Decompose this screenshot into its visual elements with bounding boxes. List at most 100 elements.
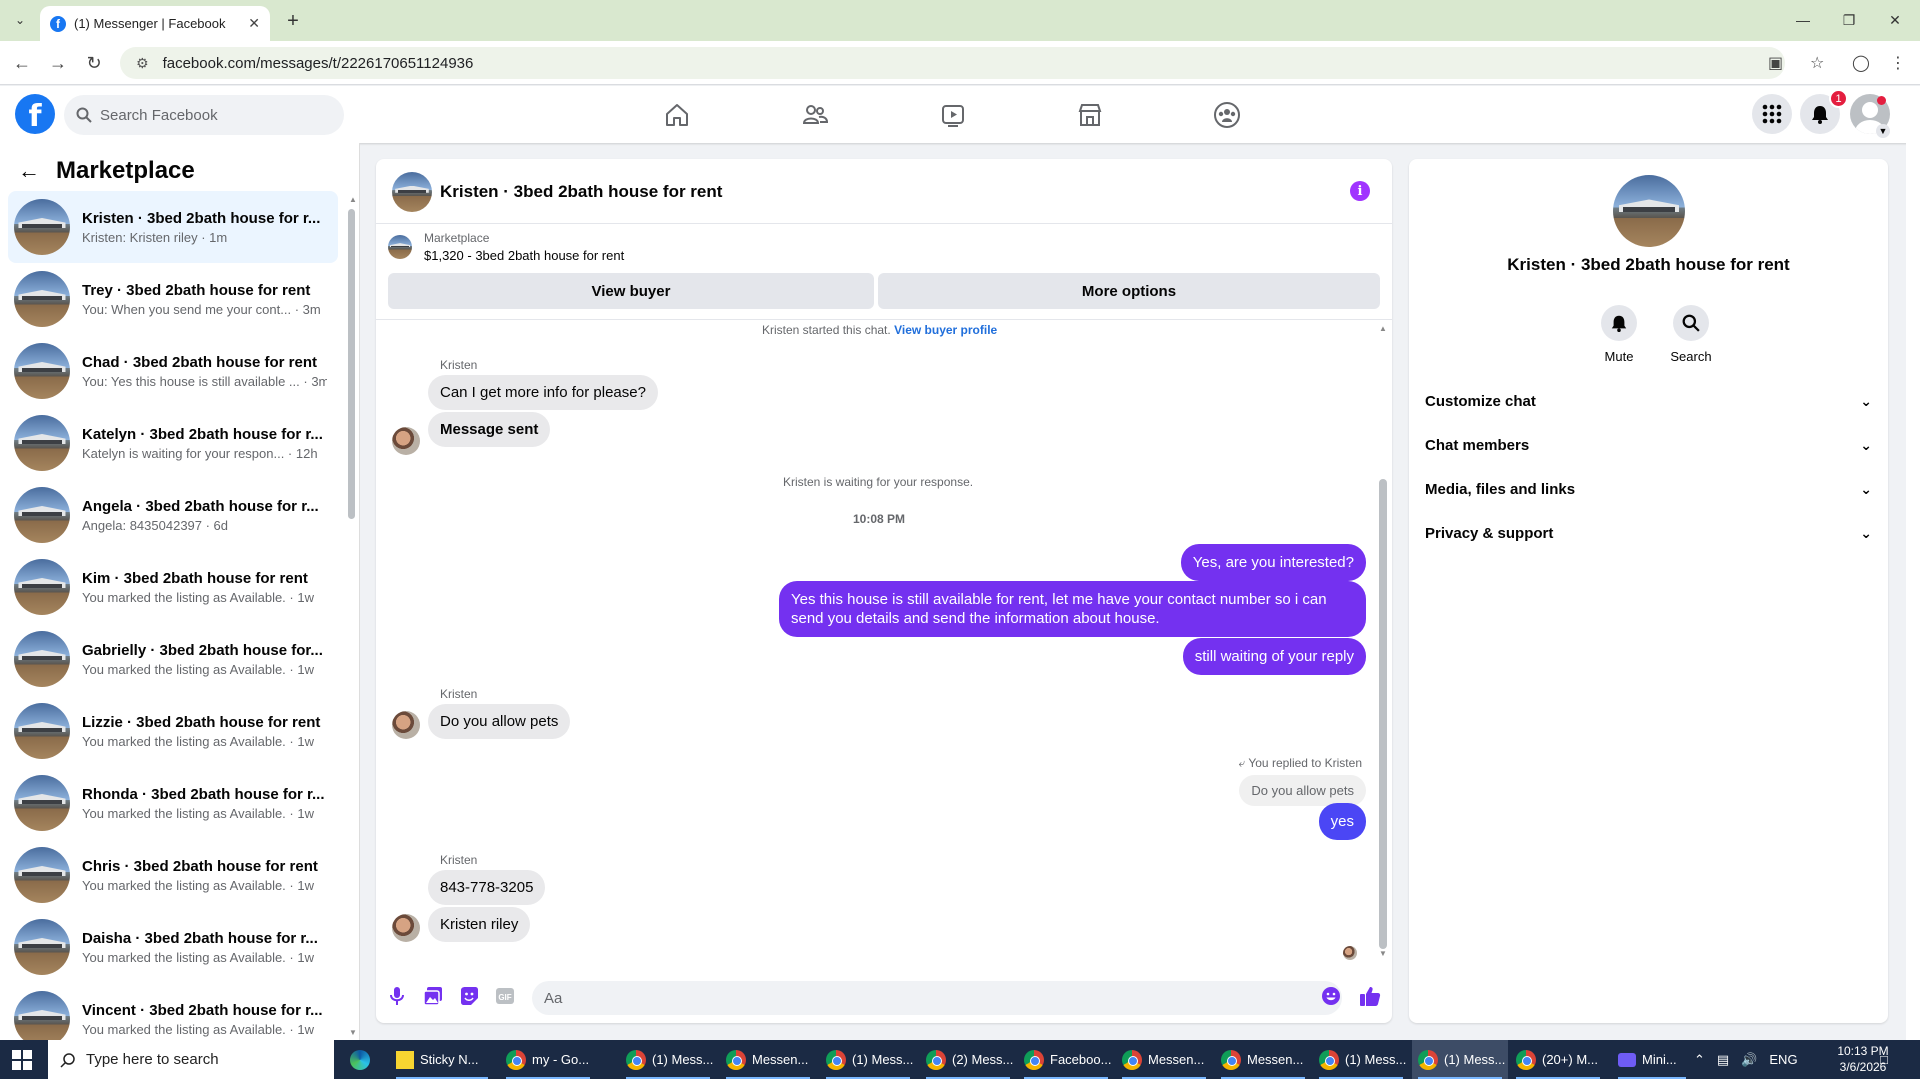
volume-icon[interactable]: 🔊 xyxy=(1741,1052,1757,1068)
address-bar[interactable]: ⚙ facebook.com/messages/t/22261706511249… xyxy=(120,47,1824,79)
taskbar-app-button[interactable]: (2) Mess... xyxy=(920,1040,1016,1079)
network-icon[interactable]: ▤ xyxy=(1717,1052,1729,1068)
outgoing-message[interactable]: Yes, are you interested? xyxy=(1180,544,1366,581)
gif-icon[interactable]: GIF xyxy=(494,985,516,1007)
site-info-icon[interactable]: ⚙ xyxy=(136,55,149,72)
incoming-message[interactable]: Kristen riley xyxy=(428,907,531,942)
listing-avatar[interactable] xyxy=(392,172,432,212)
conversation-item[interactable]: Kim · 3bed 2bath house for rent You marke… xyxy=(8,551,338,623)
taskbar-app-button[interactable]: (1) Mess... xyxy=(1412,1040,1508,1079)
more-options-button[interactable]: More options xyxy=(878,273,1380,309)
taskbar-app-button[interactable]: Sticky N... xyxy=(390,1040,494,1079)
friends-tab[interactable] xyxy=(760,86,870,143)
conversation-item[interactable]: Gabrielly · 3bed 2bath house for... You m… xyxy=(8,623,338,695)
conversation-item[interactable]: Daisha · 3bed 2bath house for r... You ma… xyxy=(8,911,338,983)
conversation-item[interactable]: Angela · 3bed 2bath house for r... Angela… xyxy=(8,479,338,551)
forward-icon[interactable]: → xyxy=(46,51,70,75)
taskbar-app-button[interactable]: (20+) M... xyxy=(1510,1040,1606,1079)
browser-menu-icon[interactable]: ⋮ xyxy=(1886,51,1910,75)
taskbar-search-placeholder[interactable]: Type here to search xyxy=(86,1051,219,1068)
incoming-message[interactable]: Can I get more info for please? xyxy=(428,375,658,410)
windows-start-icon[interactable] xyxy=(12,1050,32,1070)
tab-search-button[interactable]: ⌄ xyxy=(8,8,32,32)
url-text[interactable]: facebook.com/messages/t/2226170651124936 xyxy=(163,55,474,72)
media-files-links-section[interactable]: Media, files and links ⌄ xyxy=(1425,469,1872,509)
microphone-icon[interactable] xyxy=(386,985,408,1007)
inbox-scrollbar[interactable] xyxy=(348,209,355,519)
chevron-down-icon[interactable]: ▼ xyxy=(1876,124,1890,138)
sticker-icon[interactable] xyxy=(458,985,480,1007)
reload-icon[interactable]: ↻ xyxy=(82,51,106,75)
message-input[interactable] xyxy=(532,981,1342,1015)
taskbar-app-button[interactable]: (1) Mess... xyxy=(1313,1040,1409,1079)
chat-title[interactable]: Kristen · 3bed 2bath house for rent xyxy=(440,182,722,202)
scroll-down-icon[interactable]: ▼ xyxy=(1379,949,1387,958)
incoming-message[interactable]: Do you allow pets xyxy=(428,704,571,739)
taskbar-app-button[interactable]: Messen... xyxy=(1215,1040,1311,1079)
browser-tab[interactable]: f (1) Messenger | Facebook ✕ xyxy=(40,6,270,41)
outgoing-message[interactable]: yes xyxy=(1318,803,1366,840)
scroll-up-icon[interactable]: ▲ xyxy=(349,195,357,204)
emoji-icon[interactable] xyxy=(1320,985,1342,1007)
page-scrollbar[interactable] xyxy=(1906,143,1920,1040)
conversation-item[interactable]: Chris · 3bed 2bath house for rent You mar… xyxy=(8,839,338,911)
view-buyer-profile-link[interactable]: View buyer profile xyxy=(894,323,997,337)
listing-summary[interactable]: Marketplace $1,320 - 3bed 2bath house fo… xyxy=(388,231,624,263)
groups-tab[interactable] xyxy=(1172,86,1282,143)
mute-button[interactable]: Mute xyxy=(1589,305,1649,364)
taskbar-app-button[interactable]: Mini... xyxy=(1612,1040,1692,1079)
kristen-avatar[interactable] xyxy=(392,711,420,739)
marketplace-tab[interactable] xyxy=(1035,86,1145,143)
photo-icon[interactable] xyxy=(422,985,444,1007)
taskbar-search[interactable]: Type here to search xyxy=(48,1040,334,1079)
back-arrow-icon[interactable]: ← xyxy=(18,158,40,184)
conversation-item[interactable]: Katelyn · 3bed 2bath house for r... Katel… xyxy=(8,407,338,479)
conversation-item[interactable]: Vincent · 3bed 2bath house for r... You m… xyxy=(8,983,338,1040)
language-indicator[interactable]: ENG xyxy=(1769,1052,1797,1067)
quoted-message[interactable]: Do you allow pets xyxy=(1239,775,1366,806)
conversation-item[interactable]: Chad · 3bed 2bath house for rent You: Yes… xyxy=(8,335,338,407)
customize-chat-section[interactable]: Customize chat ⌄ xyxy=(1425,381,1872,421)
taskbar-app-button[interactable]: (1) Mess... xyxy=(820,1040,916,1079)
close-window-button[interactable]: ✕ xyxy=(1872,8,1918,32)
chat-members-section[interactable]: Chat members ⌄ xyxy=(1425,425,1872,465)
conversation-item[interactable]: Kristen · 3bed 2bath house for r... Krist… xyxy=(8,191,338,263)
info-icon[interactable]: i xyxy=(1350,181,1370,201)
back-icon[interactable]: ← xyxy=(10,51,34,75)
thumbs-up-icon[interactable] xyxy=(1359,985,1381,1007)
new-tab-button[interactable]: + xyxy=(280,8,306,34)
incoming-message[interactable]: Message sent xyxy=(428,412,551,447)
conversation-item[interactable]: Rhonda · 3bed 2bath house for r... You ma… xyxy=(8,767,338,839)
chat-scrollbar[interactable] xyxy=(1379,479,1387,949)
taskbar-app-button[interactable]: my - Go... xyxy=(500,1040,596,1079)
conversation-item[interactable]: Lizzie · 3bed 2bath house for rent You ma… xyxy=(8,695,338,767)
outgoing-message[interactable]: Yes this house is still available for re… xyxy=(779,581,1366,637)
profile-icon[interactable]: ◯ xyxy=(1849,51,1873,75)
conversation-item[interactable]: Trey · 3bed 2bath house for rent You: Whe… xyxy=(8,263,338,335)
install-app-icon[interactable]: ▣ xyxy=(1768,47,1783,79)
kristen-avatar[interactable] xyxy=(392,427,420,455)
privacy-support-section[interactable]: Privacy & support ⌄ xyxy=(1425,513,1872,553)
restore-button[interactable]: ❐ xyxy=(1826,8,1872,32)
scroll-up-icon[interactable]: ▲ xyxy=(1379,324,1387,333)
kristen-avatar[interactable] xyxy=(392,914,420,942)
notification-center-icon[interactable]: □ xyxy=(1880,1040,1888,1079)
taskbar-app-button[interactable]: Messen... xyxy=(720,1040,816,1079)
watch-tab[interactable] xyxy=(898,86,1008,143)
listing-profile-avatar[interactable] xyxy=(1613,175,1685,247)
chevron-up-icon[interactable]: ⌃ xyxy=(1694,1052,1705,1068)
minimize-button[interactable]: — xyxy=(1780,8,1826,32)
bookmark-star-icon[interactable]: ☆ xyxy=(1810,47,1824,79)
edge-app-icon[interactable] xyxy=(344,1040,374,1079)
home-tab[interactable] xyxy=(622,86,732,143)
taskbar-app-button[interactable]: (1) Mess... xyxy=(620,1040,716,1079)
incoming-message[interactable]: 843-778-3205 xyxy=(428,870,546,905)
outgoing-message[interactable]: still waiting of your reply xyxy=(1182,638,1366,675)
menu-button[interactable] xyxy=(1752,94,1792,134)
taskbar-app-button[interactable]: Messen... xyxy=(1116,1040,1212,1079)
search-in-chat-button[interactable]: Search xyxy=(1661,305,1721,364)
view-buyer-button[interactable]: View buyer xyxy=(388,273,874,309)
scroll-down-icon[interactable]: ▼ xyxy=(349,1028,357,1037)
facebook-logo-icon[interactable]: f xyxy=(15,94,55,134)
taskbar-app-button[interactable]: Faceboo... xyxy=(1018,1040,1114,1079)
